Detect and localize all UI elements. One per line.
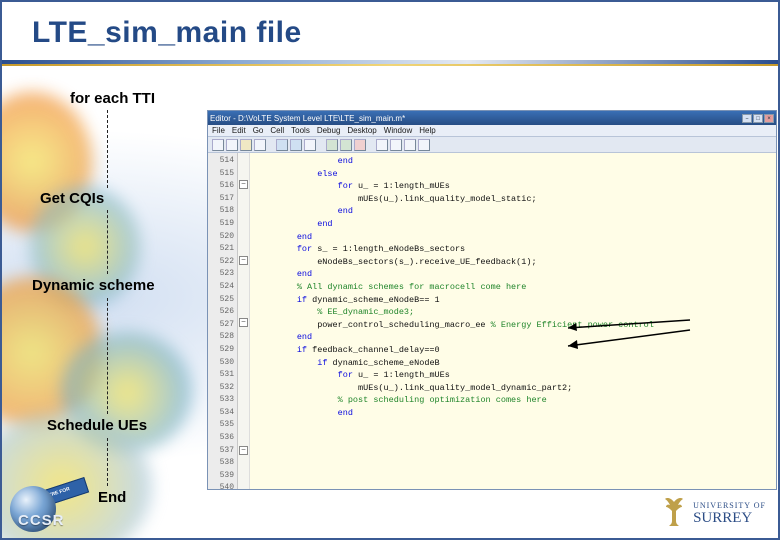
menu-debug[interactable]: Debug [317,126,341,135]
code-line[interactable]: else [256,168,776,181]
max-icon[interactable]: □ [753,114,763,123]
flow-dash-4 [107,438,108,486]
code-line[interactable]: end [256,268,776,281]
flow-step-schedule: Schedule UEs [47,417,147,434]
surrey-name: SURREY [693,512,766,524]
code-line[interactable]: for u_ = 1:length_mUEs [256,180,776,193]
code-line[interactable]: % All dynamic schemes for macrocell come… [256,281,776,294]
editor-fold-column: − − − − [238,153,250,489]
editor-menubar[interactable]: File Edit Go Cell Tools Debug Desktop Window Hel… [208,125,776,137]
stag-icon [661,496,687,528]
code-line[interactable]: power_control_scheduling_macro_ee % Ener… [256,319,776,332]
code-line[interactable]: if dynamic_scheme_eNodeB== 1 [256,294,776,307]
code-line[interactable]: end [256,218,776,231]
ccsr-text: CCSR [18,512,65,529]
code-line[interactable]: end [256,155,776,168]
editor-titlebar: Editor - D:\VoLTE System Level LTE\LTE_s… [208,111,776,125]
surrey-logo: UNIVERSITY OF SURREY [661,496,766,528]
flow-dash-2 [107,210,108,274]
menu-help[interactable]: Help [419,126,435,135]
code-line[interactable]: for u_ = 1:length_mUEs [256,369,776,382]
code-line[interactable]: end [256,231,776,244]
menu-desktop[interactable]: Desktop [347,126,376,135]
flow-step-dynamic: Dynamic scheme [32,277,155,294]
code-line[interactable]: mUEs(u_).link_quality_model_static; [256,193,776,206]
editor-toolbar[interactable] [208,137,776,153]
code-line[interactable]: end [256,407,776,420]
menu-window[interactable]: Window [384,126,412,135]
flow-dash-1 [107,110,108,188]
editor-gutter: 514 515 516 517 518 519 520 521 522 523 … [208,153,238,489]
fold-icon[interactable]: − [239,180,248,189]
menu-file[interactable]: File [212,126,225,135]
editor-code[interactable]: end else for u_ = 1:length_mUEs mUEs(u_)… [250,153,776,489]
menu-cell[interactable]: Cell [270,126,284,135]
flow-step-cqis: Get CQIs [40,190,104,207]
fold-icon[interactable]: − [239,318,248,327]
code-line[interactable]: eNodeBs_sectors(s_).receive_UE_feedback(… [256,256,776,269]
menu-edit[interactable]: Edit [232,126,246,135]
menu-go[interactable]: Go [253,126,264,135]
arrow-to-ee-2 [564,324,694,354]
min-icon[interactable]: – [742,114,752,123]
code-line[interactable]: mUEs(u_).link_quality_model_dynamic_part… [256,382,776,395]
ccsr-logo: CCSR [10,486,102,532]
code-line[interactable]: end [256,205,776,218]
code-line[interactable]: for s_ = 1:length_eNodeBs_sectors [256,243,776,256]
close-icon[interactable]: × [764,114,774,123]
fold-icon[interactable]: − [239,446,248,455]
code-line[interactable]: % post scheduling optimization comes her… [256,394,776,407]
code-line[interactable]: if feedback_channel_delay==0 [256,344,776,357]
menu-tools[interactable]: Tools [291,126,310,135]
flow-dash-3 [107,298,108,414]
code-line[interactable]: % EE_dynamic_mode3; [256,306,776,319]
code-line[interactable]: if dynamic_scheme_eNodeB [256,357,776,370]
fold-icon[interactable]: − [239,256,248,265]
code-line[interactable]: end [256,331,776,344]
editor-title: Editor - D:\VoLTE System Level LTE\LTE_s… [210,114,405,123]
flow-step-tti: for each TTI [70,90,155,107]
